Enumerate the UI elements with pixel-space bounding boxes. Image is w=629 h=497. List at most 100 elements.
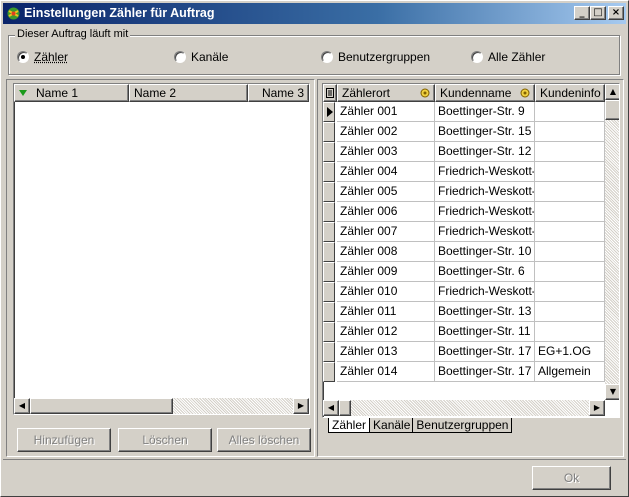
row-selector[interactable] — [323, 102, 335, 122]
grid-header-kundenname[interactable]: Kundenname — [435, 84, 535, 102]
grid-row[interactable]: Zähler 009 Boettinger-Str. 6 — [323, 262, 605, 282]
cell-kundeninfo[interactable] — [535, 162, 605, 182]
cell-kundeninfo[interactable] — [535, 222, 605, 242]
cell-kundeninfo[interactable] — [535, 262, 605, 282]
cell-kundeninfo[interactable] — [535, 302, 605, 322]
cell-zaehlerort[interactable]: Zähler 009 — [337, 262, 435, 282]
cell-kundenname[interactable]: Boettinger-Str. 11 — [435, 322, 535, 342]
row-selector[interactable] — [323, 222, 335, 242]
scroll-right-button[interactable]: ▶ — [293, 398, 309, 414]
grid-row[interactable]: Zähler 005Friedrich-Weskott-Str — [323, 182, 605, 202]
grid-header-kundeninfo[interactable]: Kundeninfo — [535, 84, 605, 102]
row-selector[interactable] — [323, 142, 335, 162]
grid-horizontal-scrollbar[interactable]: ◀ ▶ — [323, 400, 605, 416]
grid-row[interactable]: Zähler 004Friedrich-Weskott-Str — [323, 162, 605, 182]
cell-kundeninfo[interactable]: Allgemein — [535, 362, 605, 382]
scroll-thumb[interactable] — [30, 398, 173, 414]
cell-kundenname[interactable]: Boettinger-Str. 12 — [435, 142, 535, 162]
cell-kundeninfo[interactable] — [535, 322, 605, 342]
cell-kundenname[interactable]: Friedrich-Weskott-Str — [435, 222, 535, 242]
maximize-button[interactable]: □ — [590, 6, 606, 20]
scroll-thumb[interactable] — [605, 100, 619, 120]
cell-zaehlerort[interactable]: Zähler 014 — [337, 362, 435, 382]
close-button[interactable]: × — [608, 6, 624, 20]
grid-row[interactable]: Zähler 008 Boettinger-Str. 10 — [323, 242, 605, 262]
scroll-down-button[interactable]: ▼ — [605, 384, 619, 400]
grid-header-zaehlerort[interactable]: Zählerort — [337, 84, 435, 102]
row-selector[interactable] — [323, 262, 335, 282]
cell-zaehlerort[interactable]: Zähler 011 — [337, 302, 435, 322]
column-header-name2[interactable]: Name 2 — [129, 84, 248, 102]
radio-unselected-icon[interactable] — [174, 51, 186, 63]
cell-kundenname[interactable]: Boettinger-Str. 6 — [435, 262, 535, 282]
grid-row[interactable]: Zähler 001 Boettinger-Str. 9 — [323, 102, 605, 122]
grid-row[interactable]: Zähler 014 Boettinger-Str. 17 Allgemein — [323, 362, 605, 382]
cell-kundeninfo[interactable] — [535, 282, 605, 302]
delete-all-button[interactable]: Alles löschen — [217, 428, 311, 452]
scroll-thumb[interactable] — [339, 400, 351, 416]
row-selector[interactable] — [323, 322, 335, 342]
cell-zaehlerort[interactable]: Zähler 007 — [337, 222, 435, 242]
cell-kundeninfo[interactable]: EG+1.OG — [535, 342, 605, 362]
tab-kanaele[interactable]: Kanäle — [370, 418, 413, 433]
cell-kundeninfo[interactable] — [535, 182, 605, 202]
add-button[interactable]: Hinzufügen — [17, 428, 111, 452]
radio-selected-icon[interactable] — [17, 51, 29, 63]
row-selector[interactable] — [323, 202, 335, 222]
cell-kundeninfo[interactable] — [535, 142, 605, 162]
cell-zaehlerort[interactable]: Zähler 002 — [337, 122, 435, 142]
cell-zaehlerort[interactable]: Zähler 006 — [337, 202, 435, 222]
grid-corner[interactable] — [323, 84, 337, 102]
cell-zaehlerort[interactable]: Zähler 005 — [337, 182, 435, 202]
radio-kanaele[interactable]: Kanäle — [174, 50, 228, 66]
row-selector[interactable] — [323, 342, 335, 362]
cell-kundenname[interactable]: Boettinger-Str. 10 — [435, 242, 535, 262]
column-header-name3[interactable]: Name 3 — [248, 84, 309, 102]
row-selector[interactable] — [323, 162, 335, 182]
title-bar[interactable]: Einstellungen Zähler für Auftrag _ □ × — [3, 3, 626, 24]
row-selector[interactable] — [323, 282, 335, 302]
cell-zaehlerort[interactable]: Zähler 013 — [337, 342, 435, 362]
grid-row[interactable]: Zähler 003 Boettinger-Str. 12 — [323, 142, 605, 162]
cell-kundenname[interactable]: Friedrich-Weskott-Str — [435, 162, 535, 182]
cell-kundenname[interactable]: Friedrich-Weskott-Str — [435, 282, 535, 302]
row-selector[interactable] — [323, 242, 335, 262]
cell-zaehlerort[interactable]: Zähler 010 — [337, 282, 435, 302]
scroll-left-button[interactable]: ◀ — [14, 398, 30, 414]
row-selector[interactable] — [323, 362, 335, 382]
radio-zaehler[interactable]: Zähler — [17, 50, 68, 66]
scroll-left-button[interactable]: ◀ — [323, 400, 339, 416]
cell-kundeninfo[interactable] — [535, 202, 605, 222]
grid-row[interactable]: Zähler 011 Boettinger-Str. 13 — [323, 302, 605, 322]
cell-kundenname[interactable]: Boettinger-Str. 9 — [435, 102, 535, 122]
grid-row[interactable]: Zähler 010Friedrich-Weskott-Str — [323, 282, 605, 302]
scroll-up-button[interactable]: ▲ — [605, 84, 619, 100]
tab-zaehler[interactable]: Zähler — [328, 418, 371, 433]
cell-zaehlerort[interactable]: Zähler 012 — [337, 322, 435, 342]
column-header-name1[interactable]: Name 1 — [14, 84, 129, 102]
cell-kundeninfo[interactable] — [535, 122, 605, 142]
grid-row[interactable]: Zähler 013 Boettinger-Str. 17 EG+1.OG — [323, 342, 605, 362]
radio-unselected-icon[interactable] — [321, 51, 333, 63]
row-selector[interactable] — [323, 302, 335, 322]
grid-row[interactable]: Zähler 012 Boettinger-Str. 11 — [323, 322, 605, 342]
grid-row[interactable]: Zähler 002 Boettinger-Str. 15 — [323, 122, 605, 142]
grid-vertical-scrollbar[interactable]: ▲ ▼ — [605, 84, 619, 400]
grid-row[interactable]: Zähler 007Friedrich-Weskott-Str — [323, 222, 605, 242]
left-horizontal-scrollbar[interactable]: ◀ ▶ — [14, 398, 309, 414]
tab-benutzergruppen[interactable]: Benutzergruppen — [412, 418, 513, 433]
ok-button[interactable]: Ok — [532, 466, 611, 490]
scroll-right-button[interactable]: ▶ — [589, 400, 605, 416]
grid-row[interactable]: Zähler 006Friedrich-Weskott-Str — [323, 202, 605, 222]
radio-alle-zaehler[interactable]: Alle Zähler — [471, 50, 545, 66]
row-selector[interactable] — [323, 182, 335, 202]
cell-kundenname[interactable]: Boettinger-Str. 17 — [435, 342, 535, 362]
meters-grid[interactable]: Zählerort Kundenname Kundeninfo Zähler 0… — [322, 83, 620, 418]
cell-zaehlerort[interactable]: Zähler 008 — [337, 242, 435, 262]
cell-zaehlerort[interactable]: Zähler 003 — [337, 142, 435, 162]
cell-kundenname[interactable]: Boettinger-Str. 17 — [435, 362, 535, 382]
cell-kundenname[interactable]: Boettinger-Str. 13 — [435, 302, 535, 322]
delete-button[interactable]: Löschen — [118, 428, 212, 452]
radio-unselected-icon[interactable] — [471, 51, 483, 63]
cell-kundenname[interactable]: Friedrich-Weskott-Str — [435, 202, 535, 222]
